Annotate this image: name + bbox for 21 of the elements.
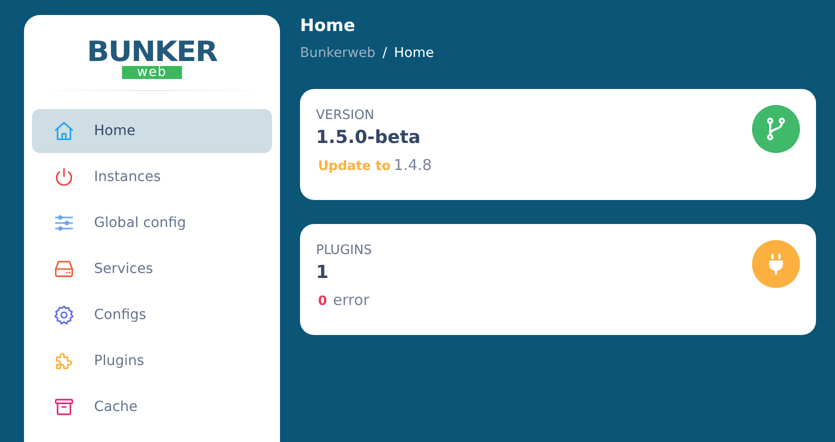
sidebar-item[interactable]: Home (32, 109, 272, 153)
breadcrumb-link[interactable]: Bunkerweb (300, 45, 376, 61)
sidebar-item[interactable]: Configs (32, 293, 272, 337)
card-label: PLUGINS (316, 243, 372, 258)
error-count: 0 (318, 294, 328, 309)
sidebar-item[interactable]: Instances (32, 155, 272, 199)
sidebar-item[interactable]: Plugins (32, 339, 272, 383)
sidebar-item[interactable]: Global config (32, 201, 272, 245)
logo-title: BUNKER (86, 38, 218, 66)
update-label: Update to (318, 159, 391, 174)
sidebar-item[interactable]: Services (32, 247, 272, 291)
card-label: VERSION (316, 108, 376, 123)
card-value: 1 (316, 262, 330, 283)
page-title: Home (300, 15, 356, 36)
error-label: error (333, 291, 370, 309)
logo-subtitle: web (122, 66, 182, 79)
breadcrumb-separator: / (382, 45, 388, 61)
breadcrumb-current: Home (394, 45, 434, 61)
card-value: 1.5.0-beta (316, 127, 422, 148)
latest-version: 1.4.8 (394, 156, 432, 174)
sidebar-item[interactable]: Cache (32, 385, 272, 429)
